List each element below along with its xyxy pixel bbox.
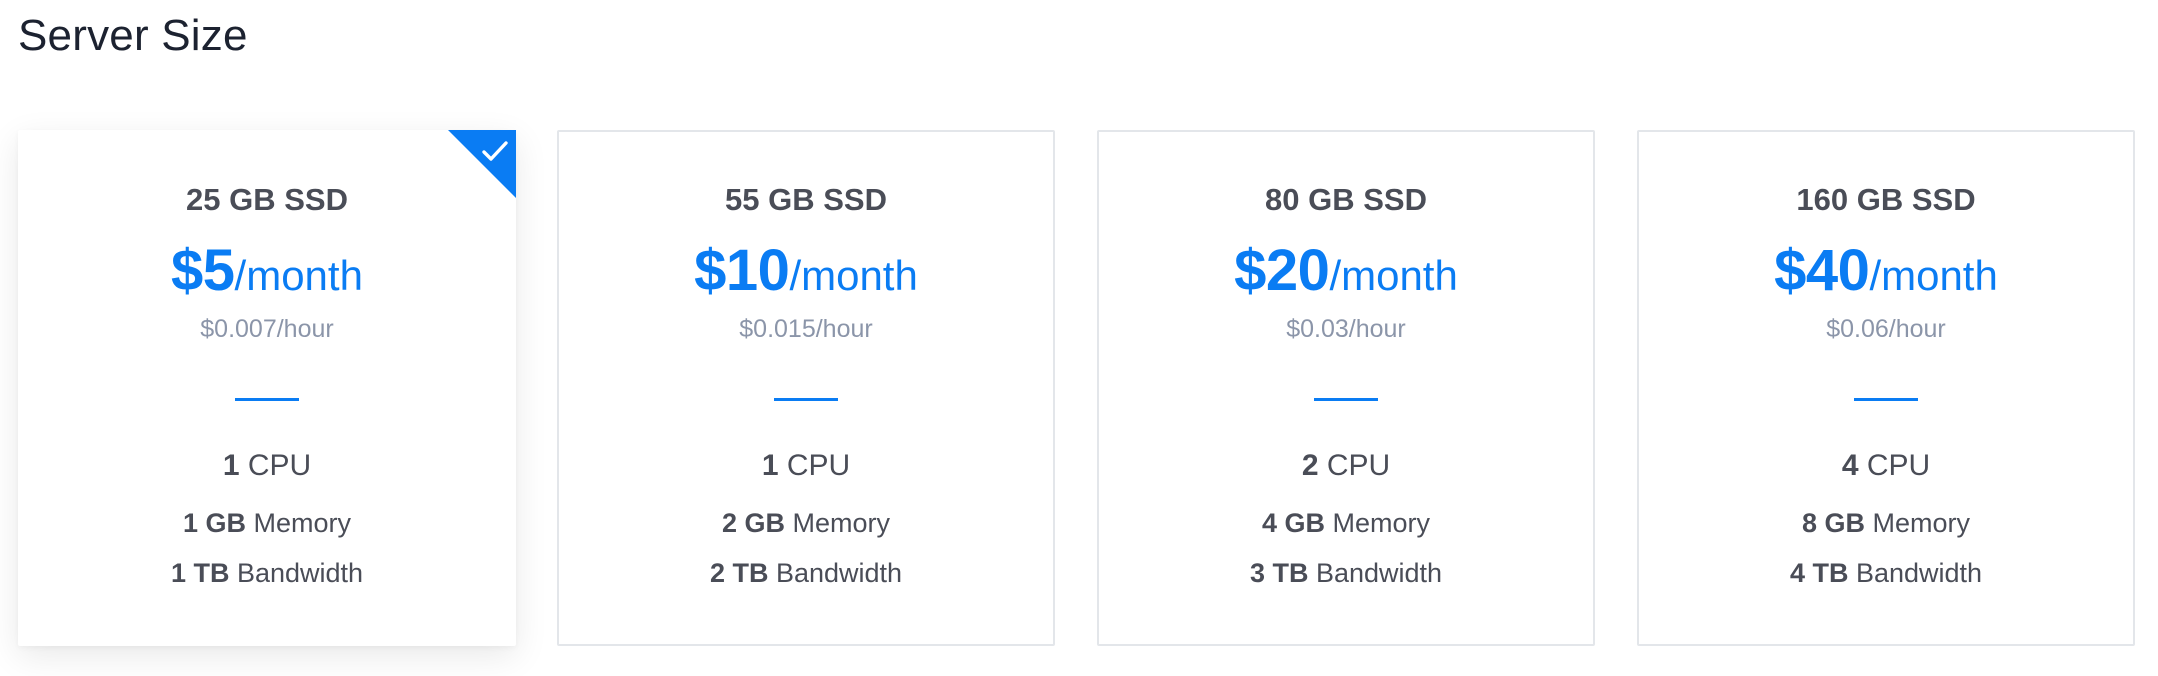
plan-disk: 55 GB SSD [725,182,887,217]
memory-value: 4 GB [1261,508,1325,538]
price-amount: $20 [1234,238,1330,303]
bandwidth-value: 3 TB [1249,558,1309,588]
plan-cpu: 1 CPU [20,448,514,484]
plan-memory: 1 GB Memory [20,506,514,540]
cpu-label: CPU [247,449,312,482]
plan-cpu: 4 CPU [1639,448,2133,484]
plan-disk: 25 GB SSD [186,182,348,217]
plan-memory: 4 GB Memory [1099,506,1593,540]
plan-hourly-price: $0.015/hour [739,315,873,343]
plan-card-25gb[interactable]: 25 GB SSD $5/month $0.007/hour 1 CPU 1 G… [18,130,516,646]
plan-card-80gb[interactable]: 80 GB SSD $20/month $0.03/hour 2 CPU 4 G… [1097,130,1595,646]
price-period: /month [1869,252,1998,299]
cpu-value: 2 [1301,449,1319,482]
price-period: /month [234,252,363,299]
bandwidth-label: Bandwidth [236,558,364,588]
plan-bandwidth: 1 TB Bandwidth [20,556,514,590]
cpu-label: CPU [1326,449,1391,482]
memory-label: Memory [253,508,352,538]
check-icon [482,141,508,161]
plan-cpu: 2 CPU [1099,448,1593,484]
divider [1314,398,1378,401]
plan-price: $10/month [559,238,1053,319]
plan-bandwidth: 4 TB Bandwidth [1639,556,2133,590]
bandwidth-value: 1 TB [170,558,230,588]
bandwidth-label: Bandwidth [775,558,903,588]
memory-label: Memory [792,508,891,538]
plan-bandwidth: 3 TB Bandwidth [1099,556,1593,590]
plan-price: $20/month [1099,238,1593,319]
divider [1854,398,1918,401]
bandwidth-label: Bandwidth [1315,558,1443,588]
plan-hourly-price: $0.03/hour [1286,315,1406,343]
price-amount: $40 [1774,238,1870,303]
bandwidth-value: 2 TB [709,558,769,588]
price-amount: $5 [171,238,235,303]
price-period: /month [1329,252,1458,299]
plan-disk: 160 GB SSD [1796,182,1976,217]
memory-label: Memory [1872,508,1971,538]
cpu-value: 4 [1841,449,1859,482]
memory-value: 2 GB [721,508,785,538]
plan-hourly-price: $0.007/hour [200,315,334,343]
section-title: Server Size [18,11,248,60]
plan-bandwidth: 2 TB Bandwidth [559,556,1053,590]
bandwidth-label: Bandwidth [1855,558,1983,588]
plan-card-160gb[interactable]: 160 GB SSD $40/month $0.06/hour 4 CPU 8 … [1637,130,2135,646]
price-period: /month [789,252,918,299]
plan-card-55gb[interactable]: 55 GB SSD $10/month $0.015/hour 1 CPU 2 … [557,130,1055,646]
plan-cpu: 1 CPU [559,448,1053,484]
cpu-label: CPU [1866,449,1931,482]
bandwidth-value: 4 TB [1789,558,1849,588]
divider [235,398,299,401]
server-size-page: Server Size 25 GB SSD $5/month $0.007/ho… [0,0,2158,676]
price-amount: $10 [694,238,790,303]
plan-price: $40/month [1639,238,2133,319]
cpu-label: CPU [786,449,851,482]
cpu-value: 1 [222,449,240,482]
plan-price: $5/month [20,238,514,319]
plan-memory: 8 GB Memory [1639,506,2133,540]
cpu-value: 1 [761,449,779,482]
memory-value: 8 GB [1801,508,1865,538]
plan-cards: 25 GB SSD $5/month $0.007/hour 1 CPU 1 G… [18,130,2138,646]
plan-disk: 80 GB SSD [1265,182,1427,217]
plan-memory: 2 GB Memory [559,506,1053,540]
plan-hourly-price: $0.06/hour [1826,315,1946,343]
memory-value: 1 GB [182,508,246,538]
memory-label: Memory [1332,508,1431,538]
divider [774,398,838,401]
